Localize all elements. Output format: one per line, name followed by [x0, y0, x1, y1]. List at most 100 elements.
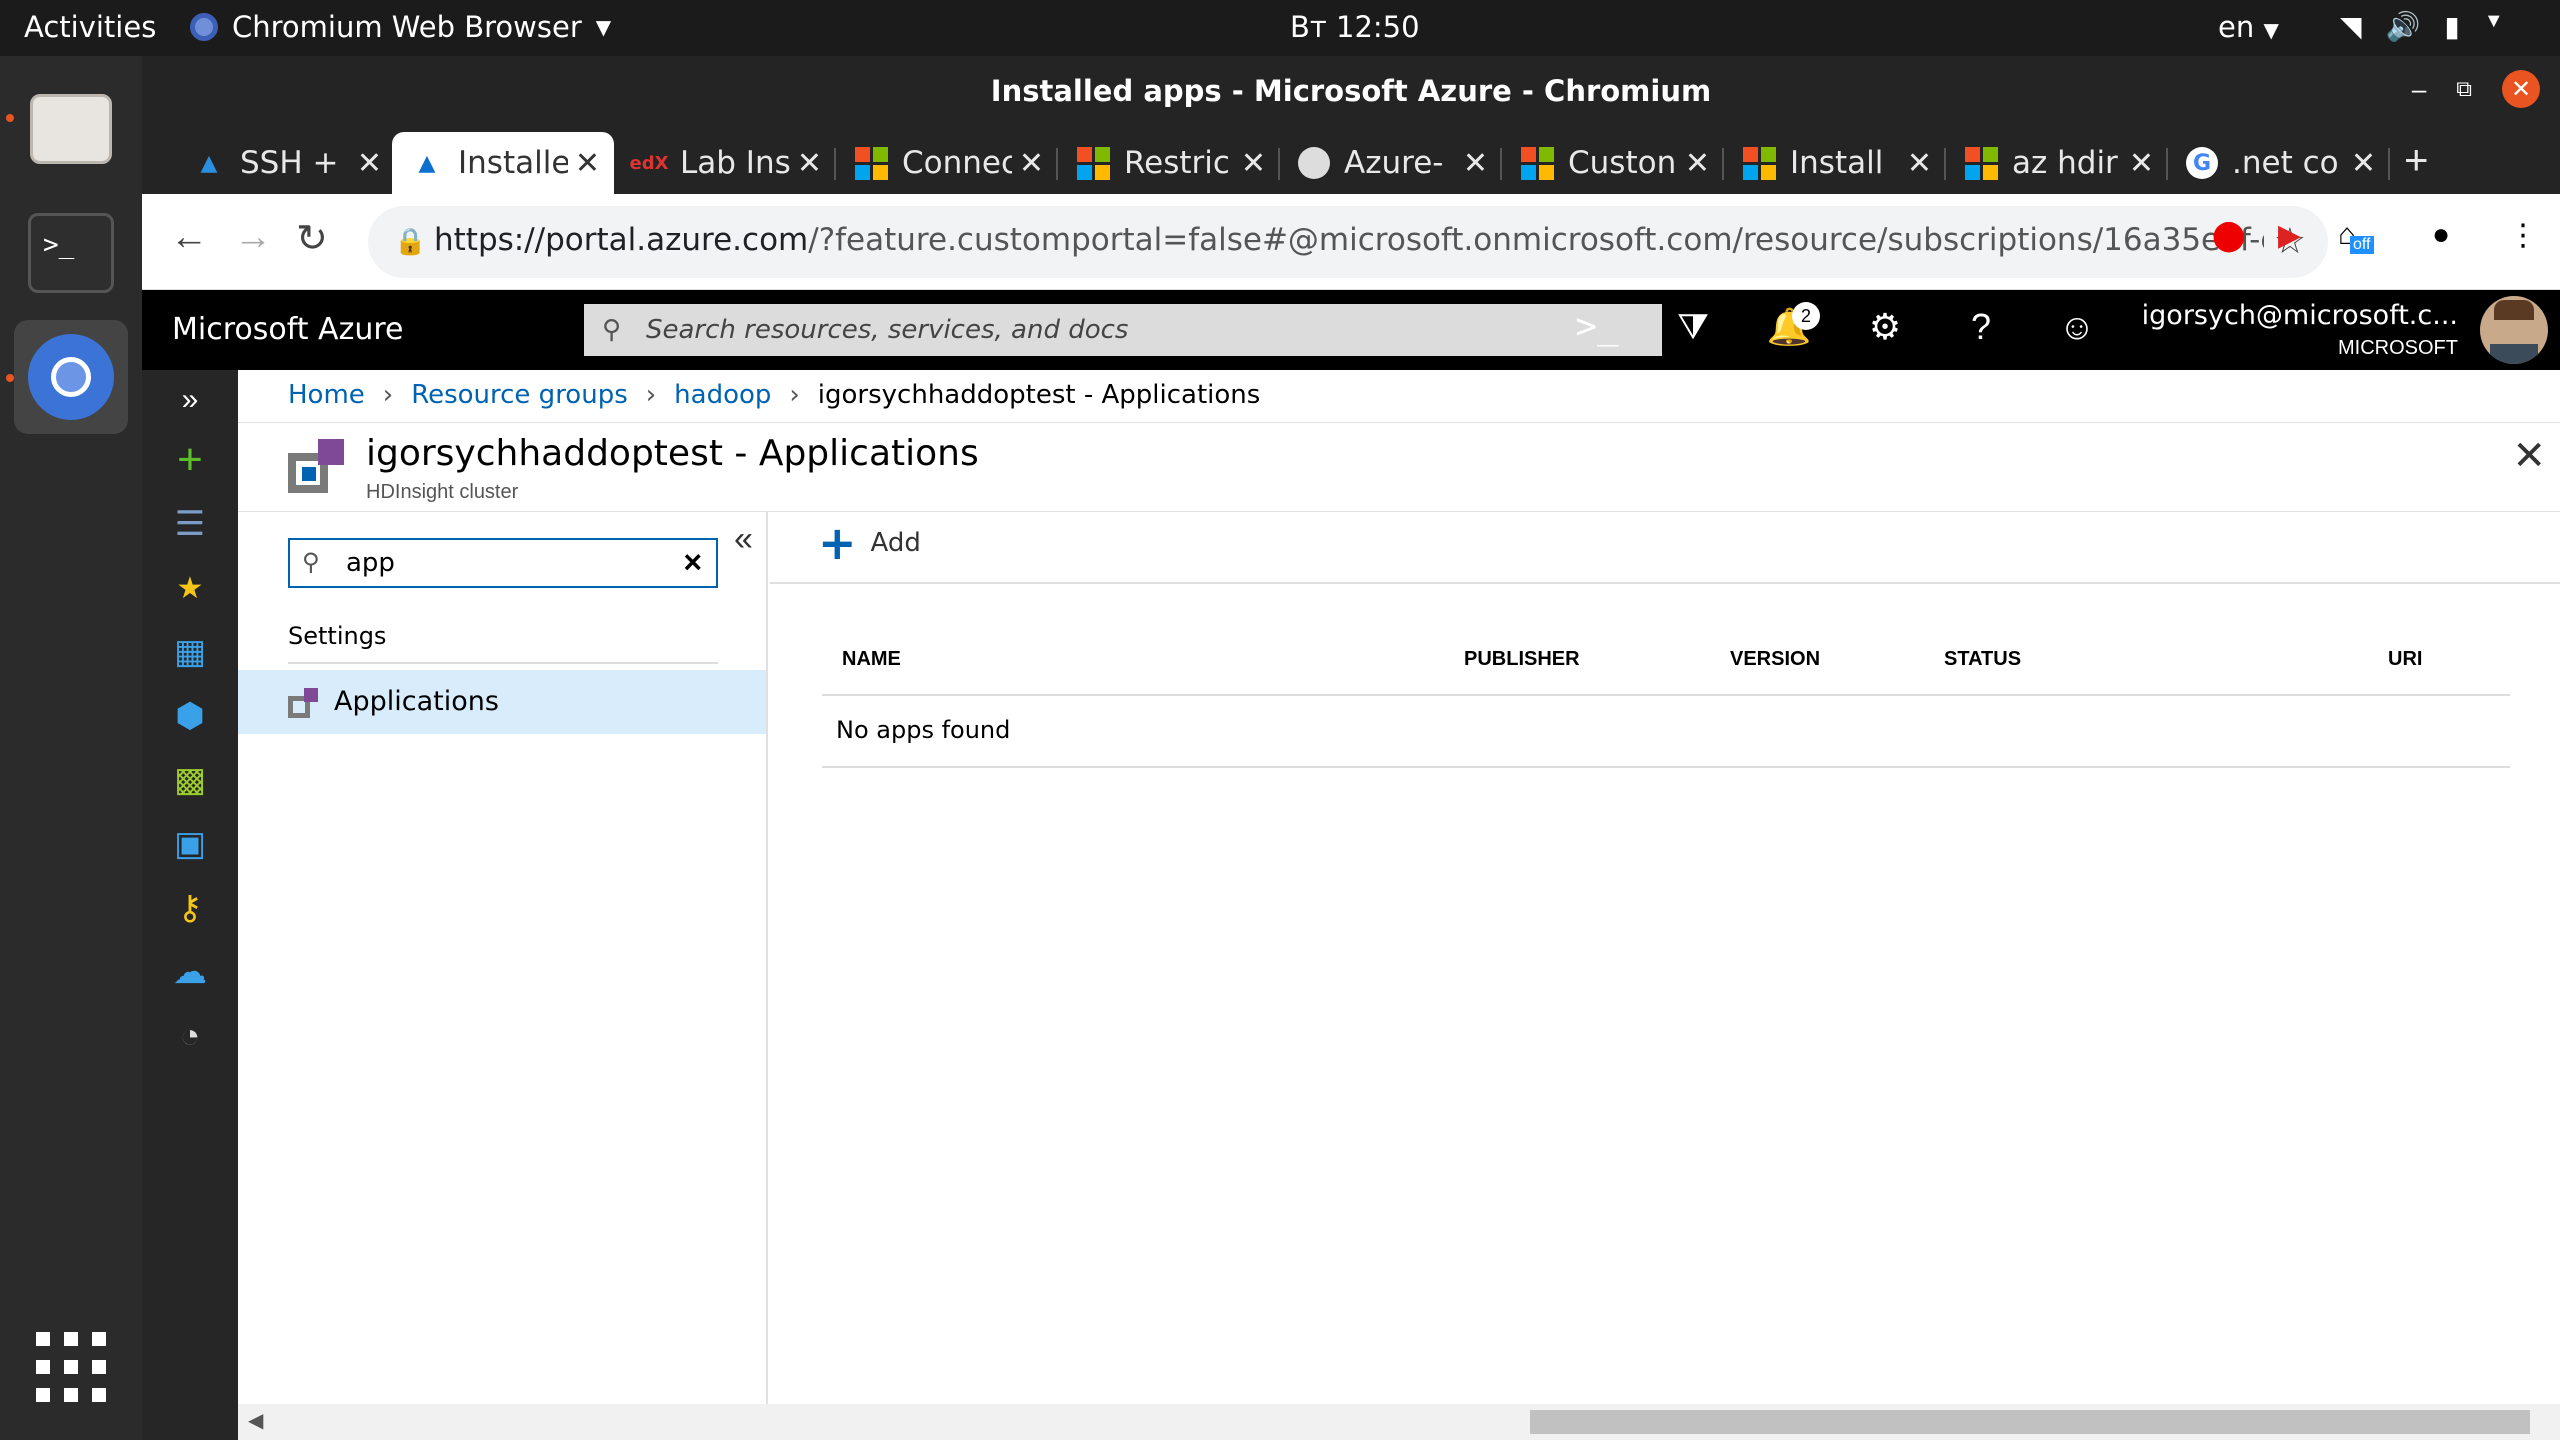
tab-connect[interactable]: Connect ✕ — [836, 132, 1058, 194]
system-tray[interactable]: ◥ 🔊 ▮ ▼ — [2340, 10, 2504, 43]
scrollbar-thumb[interactable] — [1530, 1410, 2530, 1434]
breadcrumb-hadoop[interactable]: hadoop — [674, 380, 771, 410]
add-button[interactable]: + Add — [818, 516, 921, 570]
running-indicator — [6, 114, 14, 122]
reload-icon[interactable]: ↻ — [296, 216, 328, 261]
menu-kebab-icon[interactable]: ⋮ — [2508, 218, 2538, 253]
tab-install[interactable]: Install ✕ — [1724, 132, 1946, 194]
opera-extension-icon[interactable]: ⬤ — [2212, 218, 2246, 253]
column-header-status[interactable]: STATUS — [1944, 648, 2021, 671]
app-menu[interactable]: Chromium Web Browser ▼ — [190, 10, 611, 44]
close-tab-icon[interactable]: ✕ — [797, 146, 822, 181]
notifications-badge: 2 — [1792, 302, 1820, 330]
clear-search-icon[interactable]: × — [683, 544, 702, 581]
expand-menu-icon[interactable]: » — [170, 380, 210, 420]
menu-search-input[interactable] — [346, 548, 646, 578]
new-tab-button[interactable]: + — [2404, 136, 2429, 184]
cloud-shell-icon[interactable]: >_ — [1572, 306, 1622, 347]
close-tab-icon[interactable]: ✕ — [1685, 146, 1710, 181]
breadcrumb-resource-groups[interactable]: Resource groups — [411, 380, 628, 410]
show-applications-icon[interactable] — [14, 1310, 128, 1424]
tab-dotnet[interactable]: G .net co ✕ — [2168, 132, 2390, 194]
column-header-uri[interactable]: URI — [2388, 648, 2422, 671]
system-top-bar: Activities Chromium Web Browser ▼ Вт 12:… — [0, 0, 2560, 56]
close-tab-icon[interactable]: ✕ — [357, 146, 382, 181]
scroll-left-icon[interactable]: ◀ — [248, 1408, 263, 1433]
maximize-icon[interactable]: ⧉ — [2456, 76, 2472, 102]
forward-icon[interactable]: → — [234, 216, 272, 259]
search-placeholder: Search resources, services, and docs — [646, 315, 1129, 345]
tab-installed-apps[interactable]: ▲ Installed ✕ — [392, 132, 614, 194]
avatar[interactable] — [2480, 296, 2548, 364]
virtual-machines-icon[interactable]: ▣ — [170, 824, 210, 864]
column-header-publisher[interactable]: PUBLISHER — [1464, 648, 1580, 671]
azure-brand[interactable]: Microsoft Azure — [172, 312, 403, 347]
close-blade-icon[interactable]: ✕ — [2512, 433, 2546, 479]
breadcrumb-home[interactable]: Home — [288, 380, 365, 410]
cloud-service-icon[interactable]: ☁ — [170, 952, 210, 992]
command-bar: + Add — [770, 512, 2560, 584]
close-tab-icon[interactable]: ✕ — [1463, 146, 1488, 181]
feedback-smiley-icon[interactable]: ☺ — [2052, 306, 2102, 348]
close-window-button[interactable]: ✕ — [2502, 70, 2540, 108]
page-subtitle: HDInsight cluster — [366, 481, 519, 503]
column-header-version[interactable]: VERSION — [1730, 648, 1820, 671]
minimize-icon[interactable]: – — [2412, 74, 2426, 105]
tab-lab-instructions[interactable]: edX Lab Ins ✕ — [614, 132, 836, 194]
activities-button[interactable]: Activities — [24, 10, 156, 44]
url-path: /?feature.customportal=false#@microsoft.… — [808, 222, 2264, 258]
address-bar[interactable]: 🔒 https://portal.azure.com/?feature.cust… — [368, 206, 2328, 278]
terminal-app-icon[interactable]: >_ — [14, 196, 128, 310]
media-extension-icon[interactable]: ▶ — [2278, 218, 2301, 253]
close-tab-icon[interactable]: ✕ — [1019, 146, 1044, 181]
tab-label: Connect — [902, 145, 1012, 181]
settings-gear-icon[interactable]: ⚙ — [1860, 306, 1910, 348]
chromium-icon — [190, 13, 218, 41]
azure-icon: ▲ — [200, 150, 218, 176]
tab-label: Installed — [458, 145, 568, 181]
all-resources-cube-icon[interactable]: ⬢ — [170, 696, 210, 736]
wifi-icon: ◥ — [2340, 11, 2362, 42]
resource-groups-grid-icon[interactable]: ▩ — [170, 760, 210, 800]
close-tab-icon[interactable]: ✕ — [1907, 146, 1932, 181]
collapse-menu-icon[interactable]: « — [734, 520, 753, 559]
tab-custom[interactable]: Custon ✕ — [1502, 132, 1724, 194]
close-tab-icon[interactable]: ✕ — [2129, 146, 2154, 181]
tab-ssh[interactable]: ▲ SSH + C ✕ — [174, 132, 396, 194]
microsoft-icon — [1964, 146, 1998, 180]
menu-item-applications[interactable]: Applications — [238, 670, 766, 734]
key-vault-icon[interactable]: ⚷ — [170, 888, 210, 928]
breadcrumb-current: igorsychhaddoptest - Applications — [817, 380, 1261, 410]
profile-icon[interactable]: ● — [2432, 218, 2450, 252]
chromium-app-icon[interactable] — [14, 320, 128, 434]
files-app-icon[interactable] — [14, 72, 128, 186]
microsoft-icon — [854, 146, 888, 180]
close-tab-icon[interactable]: ✕ — [2351, 146, 2376, 181]
create-resource-icon[interactable]: + — [170, 435, 210, 484]
horizontal-scrollbar[interactable]: ◀ — [238, 1404, 2560, 1440]
back-icon[interactable]: ← — [170, 216, 208, 259]
table-empty-row: No apps found — [822, 696, 2510, 768]
directory-filter-icon[interactable]: ⧩ — [1668, 306, 1718, 349]
help-icon[interactable]: ? — [1956, 306, 2006, 348]
tab-restrict[interactable]: Restric ✕ — [1058, 132, 1280, 194]
chevron-right-icon: › — [382, 380, 394, 410]
lock-icon: 🔒 — [394, 226, 427, 256]
proxy-extension-icon[interactable]: ⌂ off — [2338, 218, 2374, 254]
tab-label: Lab Ins — [680, 145, 790, 181]
column-header-name[interactable]: NAME — [842, 648, 901, 671]
all-services-list-icon[interactable]: ☰ — [170, 504, 210, 544]
plus-icon: + — [818, 516, 857, 570]
language-indicator[interactable]: en ▼ — [2218, 10, 2279, 44]
account-menu[interactable]: igorsych@microsoft.c... MICROSOFT — [2142, 300, 2458, 360]
close-tab-icon[interactable]: ✕ — [1241, 146, 1266, 181]
clock[interactable]: Вт 12:50 — [1290, 10, 1420, 44]
monitor-gauge-icon[interactable]: ◔ — [170, 1016, 210, 1056]
tab-az-hdinsight[interactable]: az hdir ✕ — [1946, 132, 2168, 194]
dashboard-icon[interactable]: ▦ — [170, 632, 210, 672]
favorites-star-icon[interactable]: ★ — [170, 568, 210, 608]
tab-azure-github[interactable]: Azure- ✕ — [1280, 132, 1502, 194]
chevron-right-icon: › — [789, 380, 800, 410]
close-tab-icon[interactable]: ✕ — [575, 146, 600, 181]
azure-search-box[interactable]: ⚲ Search resources, services, and docs — [584, 304, 1662, 356]
